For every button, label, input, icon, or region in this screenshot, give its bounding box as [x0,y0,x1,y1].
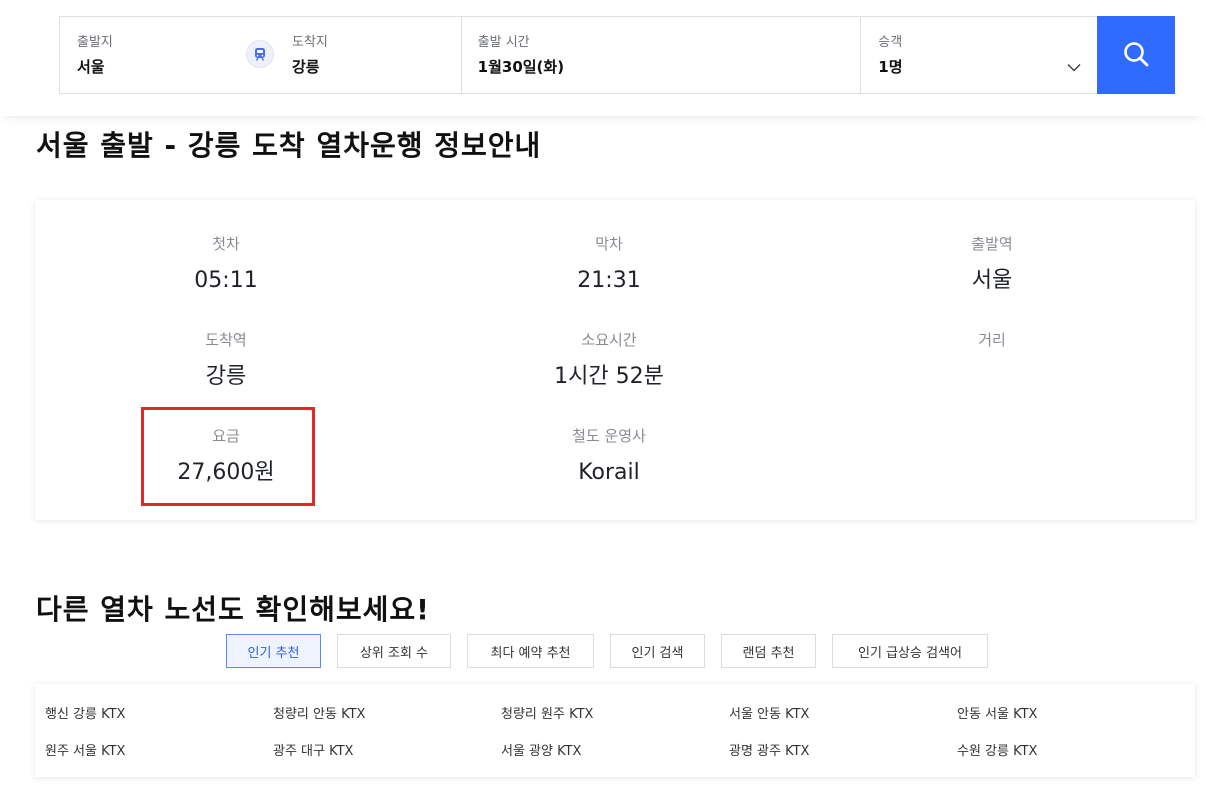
passenger-label: 승객 [878,35,903,50]
tab-top-views[interactable]: 상위 조회 수 [337,634,451,668]
arrival-station-value: 강릉 [205,364,247,389]
arrival-field[interactable]: 도착지 강릉 [292,35,328,77]
search-bar: 출발지 서울 도착지 강릉 출발 시간 1월30일(화) 승객 1명 [59,16,1175,94]
passenger-value[interactable]: 1명 [878,57,902,77]
arrival-station-label: 도착역 [205,331,247,349]
departure-station-cell: 출발역 서울 [802,234,1182,295]
operator-cell: 철도 운영사 Korail [419,426,799,487]
departure-value[interactable]: 서울 [77,57,113,77]
first-train-cell: 첫차 05:11 [36,234,416,295]
last-train-value: 21:31 [577,268,641,293]
route-link[interactable]: 광명 광주 KTX [729,740,809,759]
time-field[interactable]: 출발 시간 1월30일(화) [478,35,564,77]
arrival-value[interactable]: 강릉 [292,57,328,77]
other-routes-title: 다른 열차 노선도 확인해보세요! [36,593,430,626]
last-train-label: 막차 [595,235,623,253]
tab-popular-search[interactable]: 인기 검색 [610,634,705,668]
arrival-label: 도착지 [292,35,328,50]
route-link[interactable]: 수원 강릉 KTX [957,740,1037,759]
last-train-cell: 막차 21:31 [419,234,799,295]
route-segment: 출발지 서울 도착지 강릉 [60,17,462,93]
search-button[interactable] [1097,16,1175,94]
route-link[interactable]: 광주 대구 KTX [273,740,353,759]
route-link[interactable]: 청량리 원주 KTX [501,703,593,722]
tab-random[interactable]: 랜덤 추천 [721,634,816,668]
route-link[interactable]: 원주 서울 KTX [45,740,125,759]
page-title: 서울 출발 - 강릉 도착 열차운행 정보안내 [36,129,542,162]
operator-label: 철도 운영사 [572,427,646,445]
search-header: 출발지 서울 도착지 강릉 출발 시간 1월30일(화) 승객 1명 [0,0,1206,116]
time-label: 출발 시간 [477,35,530,50]
search-icon [1122,40,1150,71]
duration-label: 소요시간 [581,331,637,349]
passenger-field[interactable]: 승객 1명 [878,35,902,77]
departure-label: 출발지 [77,35,113,50]
arrival-station-cell: 도착역 강릉 [36,330,416,391]
duration-cell: 소요시간 1시간 52분 [419,330,799,391]
departure-station-value: 서울 [971,268,1013,293]
route-link[interactable]: 행신 강릉 KTX [45,703,125,722]
first-train-label: 첫차 [212,235,240,253]
duration-value: 1시간 52분 [554,364,664,389]
time-value[interactable]: 1월30일(화) [478,57,564,77]
train-icon[interactable] [246,40,274,68]
first-train-value: 05:11 [194,268,258,293]
tab-popular[interactable]: 인기 추천 [226,634,321,668]
route-list: 행신 강릉 KTX 청량리 안동 KTX 청량리 원주 KTX 서울 안동 KT… [35,684,1195,777]
route-link[interactable]: 안동 서울 KTX [957,703,1037,722]
route-link[interactable]: 서울 광양 KTX [501,740,581,759]
tab-trending[interactable]: 인기 급상승 검색어 [832,634,988,668]
distance-label: 거리 [978,331,1006,349]
chevron-down-icon[interactable] [1067,57,1081,76]
tab-most-booked[interactable]: 최다 예약 추천 [467,634,594,668]
passenger-segment[interactable]: 승객 1명 [861,17,1097,93]
departure-field[interactable]: 출발지 서울 [77,35,113,77]
train-info-card: 첫차 05:11 막차 21:31 출발역 서울 도착역 강릉 소요시간 1시간… [35,200,1195,520]
route-link[interactable]: 서울 안동 KTX [729,703,809,722]
fare-highlight-box [141,407,315,506]
time-segment[interactable]: 출발 시간 1월30일(화) [462,17,862,93]
route-link[interactable]: 청량리 안동 KTX [273,703,365,722]
operator-value: Korail [578,460,640,485]
departure-station-label: 출발역 [971,235,1013,253]
distance-cell: 거리 [802,330,1182,350]
